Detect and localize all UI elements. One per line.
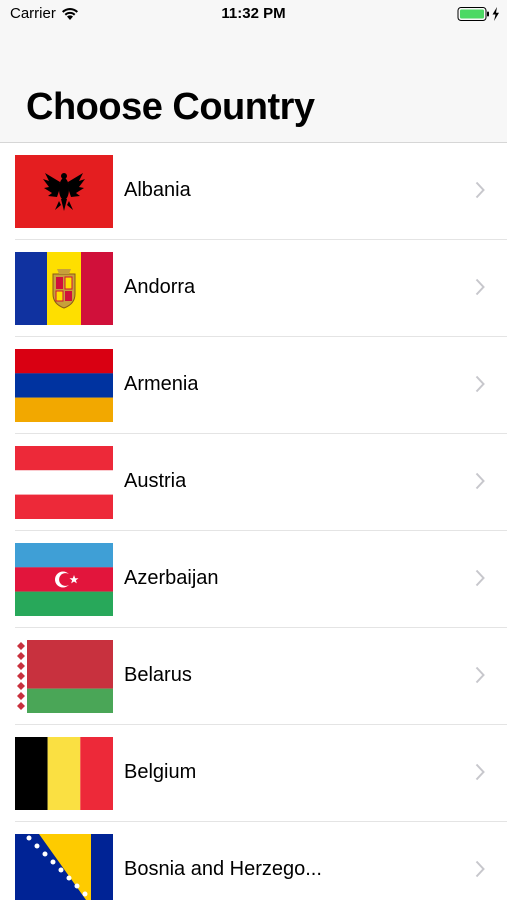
status-bar: Carrier 11:32 PM — [0, 0, 507, 28]
austria-flag-icon — [15, 446, 113, 519]
chevron-right-icon — [475, 472, 485, 490]
country-row-andorra[interactable]: Andorra — [0, 240, 507, 337]
status-time: 11:32 PM — [221, 5, 286, 22]
charging-bolt-icon — [492, 7, 499, 21]
andorra-flag-icon — [15, 252, 113, 325]
country-name: Bosnia and Herzego... — [124, 858, 322, 880]
page-title: Choose Country — [26, 86, 315, 128]
chevron-right-icon — [475, 763, 485, 781]
chevron-right-icon — [475, 860, 485, 878]
belgium-flag-icon — [15, 737, 113, 810]
bosnia-flag-icon — [15, 834, 113, 900]
country-row-azerbaijan[interactable]: Azerbaijan — [0, 531, 507, 628]
country-name: Andorra — [124, 276, 196, 298]
country-name: Azerbaijan — [124, 567, 219, 589]
country-name: Albania — [124, 179, 191, 201]
country-row-bosnia[interactable]: Bosnia and Herzego... — [0, 822, 507, 900]
azerbaijan-flag-icon — [15, 543, 113, 616]
country-row-belarus[interactable]: Belarus — [0, 628, 507, 725]
country-name: Austria — [124, 470, 187, 492]
country-name: Belgium — [124, 761, 197, 783]
chevron-right-icon — [475, 569, 485, 587]
country-name: Armenia — [124, 373, 199, 395]
belarus-flag-icon — [15, 640, 113, 713]
country-list[interactable]: Albania Andorra Armenia Austria Azerbaij… — [0, 143, 507, 900]
country-row-belgium[interactable]: Belgium — [0, 725, 507, 822]
battery-icon — [457, 7, 499, 21]
chevron-right-icon — [475, 666, 485, 684]
country-row-albania[interactable]: Albania — [0, 143, 507, 240]
chevron-right-icon — [475, 375, 485, 393]
country-name: Belarus — [124, 664, 192, 686]
chevron-right-icon — [475, 278, 485, 296]
country-picker-screen: Carrier 11:32 PM Choose Country Albania … — [0, 0, 507, 900]
albania-flag-icon — [15, 155, 113, 228]
chevron-right-icon — [475, 181, 485, 199]
navigation-bar: Carrier 11:32 PM Choose Country — [0, 0, 507, 143]
armenia-flag-icon — [15, 349, 113, 422]
country-row-austria[interactable]: Austria — [0, 434, 507, 531]
country-row-armenia[interactable]: Armenia — [0, 337, 507, 434]
